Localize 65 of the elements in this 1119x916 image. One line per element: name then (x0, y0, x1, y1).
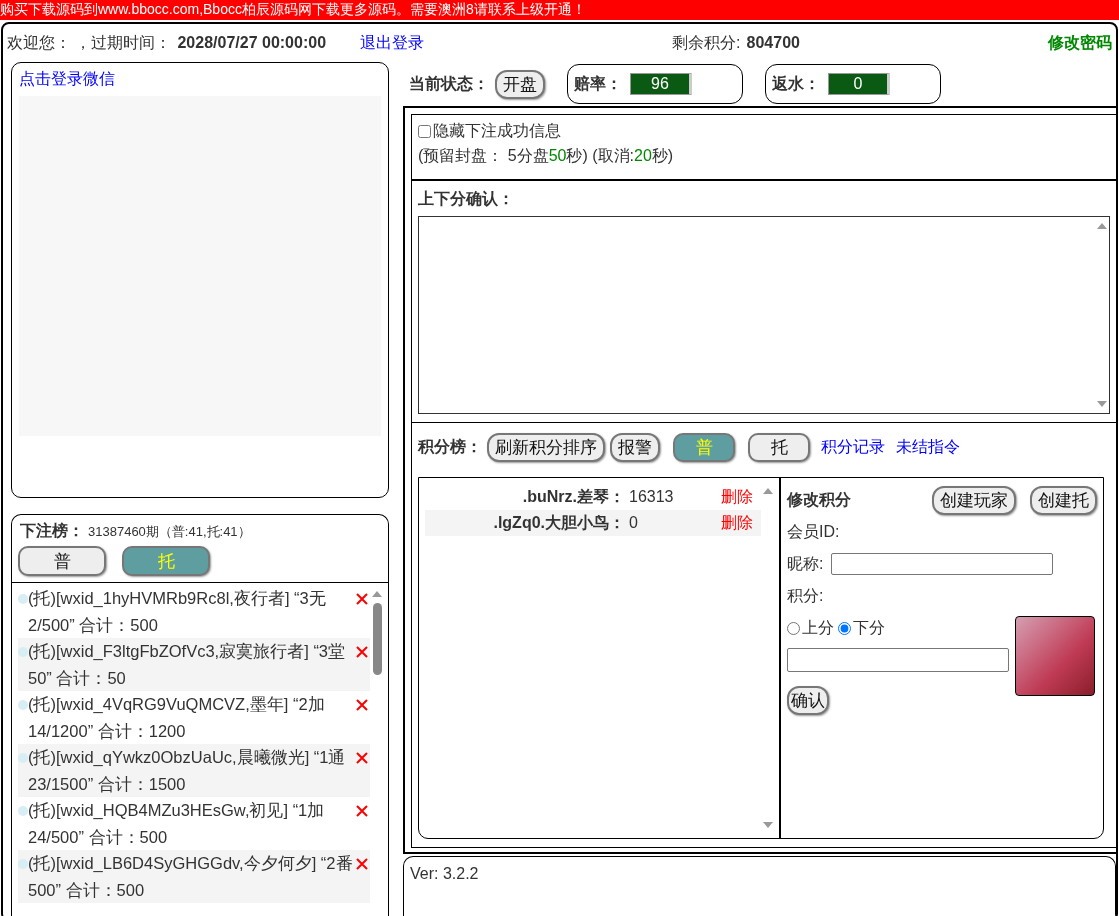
odds-value: 96 (630, 73, 692, 95)
player-name: .buNrz.差琴： (521, 487, 625, 507)
direction-radio[interactable] (787, 621, 800, 635)
points-label: 积分: (787, 585, 825, 606)
status-dot-icon (18, 859, 28, 869)
toolbar-link[interactable]: 未结指令 (896, 436, 960, 458)
bet-entry: (托)[wxid_4VqRG9VuQMCVZ,墨年] “2加14/1200” 合计：1200 (28, 694, 326, 742)
filter-button[interactable]: 普 (18, 546, 106, 576)
player-name: .lgZq0.大胆小鸟： (492, 513, 625, 533)
delete-link[interactable]: 删除 (721, 510, 753, 536)
delete-icon[interactable] (356, 858, 368, 870)
delete-icon[interactable] (356, 646, 368, 658)
status-dot-icon (18, 594, 28, 604)
toolbar-button[interactable]: 报警 (610, 432, 660, 462)
balance-value: 804700 (746, 34, 800, 52)
delete-icon[interactable] (356, 752, 368, 764)
bet-entry: (托)[wxid_qYwkz0ObzUaUc,晨曦微光] “1通23/1500” 合计：1500 (28, 747, 347, 795)
direction-radio[interactable] (838, 621, 851, 635)
bets-title: 下注榜： (20, 521, 84, 541)
odds-label: 赔率： (574, 73, 622, 94)
delete-icon[interactable] (356, 593, 368, 605)
radio-label: 上分 (802, 617, 834, 638)
rebate-label: 返水： (772, 73, 820, 94)
delete-icon[interactable] (356, 805, 368, 817)
status-label: 当前状态： (409, 73, 489, 94)
radio-label: 下分 (853, 617, 885, 638)
bets-period: 31387460期（普:41,托:41） (88, 523, 251, 541)
points-field[interactable] (787, 648, 1009, 672)
status-dot-icon (18, 647, 28, 657)
scores-title: 积分榜： (418, 436, 482, 457)
status-dot-icon (18, 806, 28, 816)
bet-entry: (托)[wxid_1hyHVMRb9Rc8l,夜行者] “3无2/500” 合计：500 (28, 588, 327, 636)
member-id-label: 会员ID: (787, 521, 841, 542)
delete-link[interactable]: 删除 (721, 484, 753, 510)
notice-banner: 购买下载源码到www.bbocc.com,Bbocc柏辰源码网下载更多源码。需要澳洲8请联系上级开通！ (0, 0, 1119, 20)
bet-entry: (托)[wxid_HQB4MZu3HEsGw,初见] “1加24/500” 合计：500 (28, 800, 326, 848)
checkbox-label: 隐藏下注成功信息 (433, 121, 561, 141)
expire-time: 2028/07/27 00:00:00 (177, 34, 327, 52)
rebate-value: 0 (828, 73, 890, 95)
balance-label: 剩余积分: (672, 32, 741, 53)
logout-link[interactable]: 退出登录 (360, 32, 425, 54)
toolbar-link[interactable]: 积分记录 (821, 436, 885, 458)
nickname-field[interactable] (831, 553, 1054, 575)
change-password-link[interactable]: 修改密码 (1048, 32, 1112, 54)
welcome-text: 欢迎您： ，过期时间： (7, 32, 172, 53)
bet-entry: (托)[wxid_F3ltgFbZOfVc3,寂寞旅行者] “3堂50” 合计：50 (28, 641, 347, 689)
toolbar-button[interactable]: 刷新积分排序 (487, 432, 605, 462)
player-score: 16313 (628, 487, 675, 507)
player-score: 0 (628, 513, 639, 533)
nickname-label: 昵称: (787, 553, 824, 574)
create-button[interactable]: 创建托 (1030, 485, 1097, 515)
status-dot-icon (18, 753, 28, 763)
bet-entry: (托)[wxid_LB6D4SyGHGGdv,今夕何夕] “2番500” 合计：500 (28, 853, 354, 901)
wechat-login-link[interactable]: 点击登录微信 (19, 69, 381, 90)
reserve-close-text: (预留封盘： 5分盘50秒) (取消:20秒) (418, 146, 675, 166)
status-dot-icon (18, 700, 28, 710)
filter-button[interactable]: 托 (748, 432, 810, 462)
create-button[interactable]: 创建玩家 (932, 485, 1016, 515)
confirm-button[interactable]: 确认 (787, 686, 829, 715)
state-button[interactable]: 开盘 (495, 69, 545, 99)
delete-icon[interactable] (356, 699, 368, 711)
hide-success-checkbox[interactable] (418, 125, 431, 138)
confirm-title: 上下分确认： (418, 189, 515, 209)
edit-title: 修改积分 (787, 489, 851, 510)
version-text: Ver: 3.2.2 (410, 865, 479, 882)
